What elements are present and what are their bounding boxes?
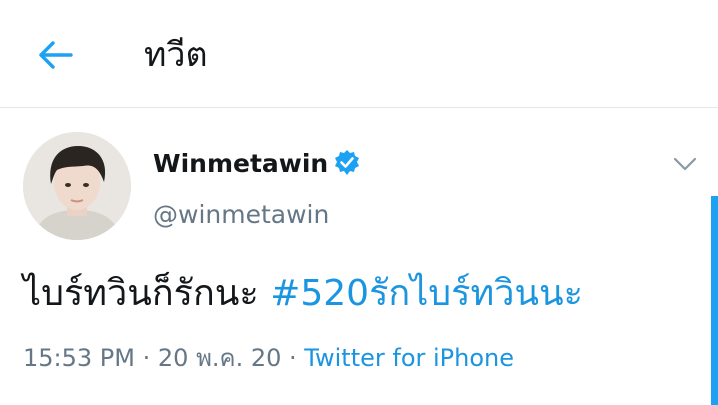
profile-photo — [23, 132, 131, 240]
more-options-button[interactable] — [668, 150, 702, 178]
page-title: ทวีต — [144, 35, 208, 75]
back-arrow-icon — [39, 41, 73, 69]
tweet-body: ไบร์ทวินก็รักนะ — [23, 273, 259, 314]
tweet-text: ไบร์ทวินก็รักนะ #520รักไบร์ทวินนะ — [23, 266, 583, 322]
back-button[interactable] — [30, 30, 80, 80]
verified-badge-icon — [335, 150, 359, 175]
author-display-name[interactable]: Winmetawin — [153, 147, 328, 181]
chevron-down-icon — [673, 157, 697, 171]
scrollbar[interactable] — [711, 196, 718, 405]
meta-separator: · — [142, 344, 151, 372]
tweet-time: 15:53 PM — [23, 344, 135, 372]
avatar[interactable] — [23, 132, 131, 240]
hashtag-link[interactable]: #520รักไบร์ทวินนะ — [270, 273, 583, 314]
tweet-source-link[interactable]: Twitter for iPhone — [304, 344, 514, 372]
top-bar: ทวีต — [0, 0, 718, 108]
tweet-meta: 15:53 PM · 20 พ.ค. 20 · Twitter for iPho… — [23, 338, 514, 378]
author-handle[interactable]: @winmetawin — [153, 198, 329, 232]
meta-separator: · — [289, 344, 297, 372]
tweet-date: 20 พ.ค. 20 — [157, 344, 282, 372]
